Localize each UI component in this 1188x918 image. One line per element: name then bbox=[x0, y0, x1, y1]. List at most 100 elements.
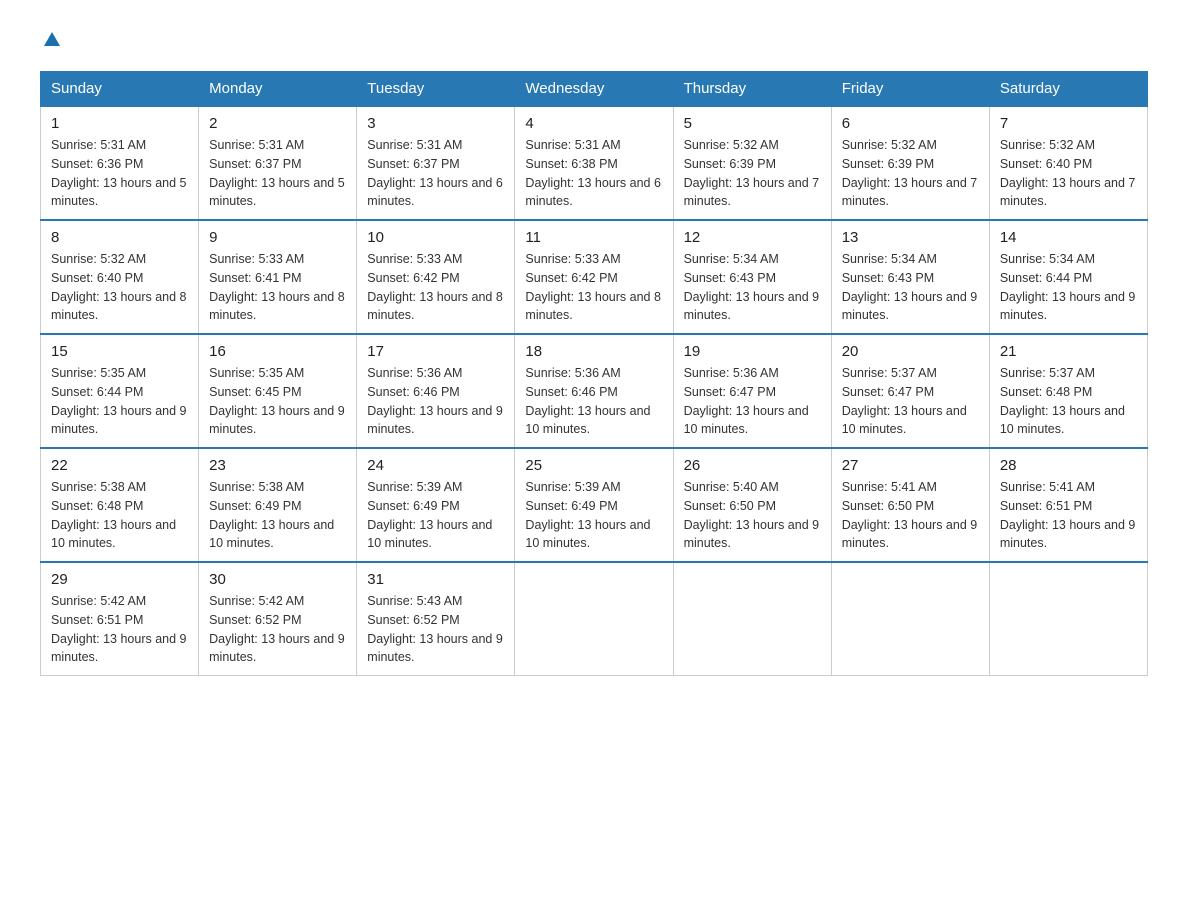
calendar-day-cell: 21 Sunrise: 5:37 AM Sunset: 6:48 PM Dayl… bbox=[989, 334, 1147, 448]
day-number: 25 bbox=[525, 457, 662, 474]
day-info: Sunrise: 5:32 AM Sunset: 6:39 PM Dayligh… bbox=[842, 136, 979, 211]
col-header-friday: Friday bbox=[831, 72, 989, 107]
day-info: Sunrise: 5:43 AM Sunset: 6:52 PM Dayligh… bbox=[367, 592, 504, 667]
day-info: Sunrise: 5:39 AM Sunset: 6:49 PM Dayligh… bbox=[525, 478, 662, 553]
calendar-day-cell: 1 Sunrise: 5:31 AM Sunset: 6:36 PM Dayli… bbox=[41, 106, 199, 220]
calendar-week-row: 29 Sunrise: 5:42 AM Sunset: 6:51 PM Dayl… bbox=[41, 562, 1148, 676]
day-number: 28 bbox=[1000, 457, 1137, 474]
day-number: 9 bbox=[209, 229, 346, 246]
day-info: Sunrise: 5:41 AM Sunset: 6:51 PM Dayligh… bbox=[1000, 478, 1137, 553]
calendar-day-cell: 11 Sunrise: 5:33 AM Sunset: 6:42 PM Dayl… bbox=[515, 220, 673, 334]
calendar-day-cell: 7 Sunrise: 5:32 AM Sunset: 6:40 PM Dayli… bbox=[989, 106, 1147, 220]
calendar-day-cell: 31 Sunrise: 5:43 AM Sunset: 6:52 PM Dayl… bbox=[357, 562, 515, 676]
day-info: Sunrise: 5:31 AM Sunset: 6:36 PM Dayligh… bbox=[51, 136, 188, 211]
day-number: 24 bbox=[367, 457, 504, 474]
day-number: 15 bbox=[51, 343, 188, 360]
calendar-week-row: 22 Sunrise: 5:38 AM Sunset: 6:48 PM Dayl… bbox=[41, 448, 1148, 562]
day-number: 7 bbox=[1000, 115, 1137, 132]
calendar-day-cell: 8 Sunrise: 5:32 AM Sunset: 6:40 PM Dayli… bbox=[41, 220, 199, 334]
day-info: Sunrise: 5:37 AM Sunset: 6:48 PM Dayligh… bbox=[1000, 364, 1137, 439]
calendar-day-cell: 20 Sunrise: 5:37 AM Sunset: 6:47 PM Dayl… bbox=[831, 334, 989, 448]
col-header-wednesday: Wednesday bbox=[515, 72, 673, 107]
calendar-day-cell: 26 Sunrise: 5:40 AM Sunset: 6:50 PM Dayl… bbox=[673, 448, 831, 562]
day-info: Sunrise: 5:31 AM Sunset: 6:37 PM Dayligh… bbox=[367, 136, 504, 211]
day-info: Sunrise: 5:31 AM Sunset: 6:37 PM Dayligh… bbox=[209, 136, 346, 211]
page-header bbox=[40, 30, 1148, 55]
calendar-week-row: 1 Sunrise: 5:31 AM Sunset: 6:36 PM Dayli… bbox=[41, 106, 1148, 220]
day-number: 22 bbox=[51, 457, 188, 474]
calendar-day-cell: 15 Sunrise: 5:35 AM Sunset: 6:44 PM Dayl… bbox=[41, 334, 199, 448]
calendar-day-cell: 24 Sunrise: 5:39 AM Sunset: 6:49 PM Dayl… bbox=[357, 448, 515, 562]
calendar-day-cell: 13 Sunrise: 5:34 AM Sunset: 6:43 PM Dayl… bbox=[831, 220, 989, 334]
day-number: 13 bbox=[842, 229, 979, 246]
logo bbox=[40, 30, 62, 55]
col-header-thursday: Thursday bbox=[673, 72, 831, 107]
calendar-day-cell: 3 Sunrise: 5:31 AM Sunset: 6:37 PM Dayli… bbox=[357, 106, 515, 220]
day-info: Sunrise: 5:33 AM Sunset: 6:42 PM Dayligh… bbox=[367, 250, 504, 325]
calendar-day-cell: 23 Sunrise: 5:38 AM Sunset: 6:49 PM Dayl… bbox=[199, 448, 357, 562]
day-number: 30 bbox=[209, 571, 346, 588]
day-info: Sunrise: 5:35 AM Sunset: 6:44 PM Dayligh… bbox=[51, 364, 188, 439]
day-number: 16 bbox=[209, 343, 346, 360]
calendar-day-cell bbox=[515, 562, 673, 676]
day-info: Sunrise: 5:40 AM Sunset: 6:50 PM Dayligh… bbox=[684, 478, 821, 553]
calendar-day-cell: 12 Sunrise: 5:34 AM Sunset: 6:43 PM Dayl… bbox=[673, 220, 831, 334]
day-info: Sunrise: 5:36 AM Sunset: 6:47 PM Dayligh… bbox=[684, 364, 821, 439]
day-info: Sunrise: 5:38 AM Sunset: 6:48 PM Dayligh… bbox=[51, 478, 188, 553]
col-header-saturday: Saturday bbox=[989, 72, 1147, 107]
calendar-day-cell: 16 Sunrise: 5:35 AM Sunset: 6:45 PM Dayl… bbox=[199, 334, 357, 448]
day-info: Sunrise: 5:42 AM Sunset: 6:52 PM Dayligh… bbox=[209, 592, 346, 667]
day-info: Sunrise: 5:34 AM Sunset: 6:43 PM Dayligh… bbox=[684, 250, 821, 325]
day-info: Sunrise: 5:32 AM Sunset: 6:40 PM Dayligh… bbox=[51, 250, 188, 325]
calendar-day-cell bbox=[673, 562, 831, 676]
day-number: 20 bbox=[842, 343, 979, 360]
day-number: 26 bbox=[684, 457, 821, 474]
logo-triangle-icon bbox=[42, 30, 62, 50]
day-number: 18 bbox=[525, 343, 662, 360]
day-number: 2 bbox=[209, 115, 346, 132]
day-number: 6 bbox=[842, 115, 979, 132]
day-number: 4 bbox=[525, 115, 662, 132]
day-info: Sunrise: 5:35 AM Sunset: 6:45 PM Dayligh… bbox=[209, 364, 346, 439]
calendar-day-cell: 10 Sunrise: 5:33 AM Sunset: 6:42 PM Dayl… bbox=[357, 220, 515, 334]
day-info: Sunrise: 5:41 AM Sunset: 6:50 PM Dayligh… bbox=[842, 478, 979, 553]
day-info: Sunrise: 5:32 AM Sunset: 6:39 PM Dayligh… bbox=[684, 136, 821, 211]
day-info: Sunrise: 5:33 AM Sunset: 6:41 PM Dayligh… bbox=[209, 250, 346, 325]
day-info: Sunrise: 5:36 AM Sunset: 6:46 PM Dayligh… bbox=[367, 364, 504, 439]
col-header-monday: Monday bbox=[199, 72, 357, 107]
day-number: 14 bbox=[1000, 229, 1137, 246]
calendar-day-cell: 29 Sunrise: 5:42 AM Sunset: 6:51 PM Dayl… bbox=[41, 562, 199, 676]
day-number: 19 bbox=[684, 343, 821, 360]
day-info: Sunrise: 5:37 AM Sunset: 6:47 PM Dayligh… bbox=[842, 364, 979, 439]
day-info: Sunrise: 5:39 AM Sunset: 6:49 PM Dayligh… bbox=[367, 478, 504, 553]
calendar-day-cell: 18 Sunrise: 5:36 AM Sunset: 6:46 PM Dayl… bbox=[515, 334, 673, 448]
calendar-day-cell: 28 Sunrise: 5:41 AM Sunset: 6:51 PM Dayl… bbox=[989, 448, 1147, 562]
day-info: Sunrise: 5:34 AM Sunset: 6:43 PM Dayligh… bbox=[842, 250, 979, 325]
day-info: Sunrise: 5:42 AM Sunset: 6:51 PM Dayligh… bbox=[51, 592, 188, 667]
day-info: Sunrise: 5:36 AM Sunset: 6:46 PM Dayligh… bbox=[525, 364, 662, 439]
day-number: 12 bbox=[684, 229, 821, 246]
calendar-day-cell: 14 Sunrise: 5:34 AM Sunset: 6:44 PM Dayl… bbox=[989, 220, 1147, 334]
calendar-day-cell: 6 Sunrise: 5:32 AM Sunset: 6:39 PM Dayli… bbox=[831, 106, 989, 220]
calendar-day-cell: 4 Sunrise: 5:31 AM Sunset: 6:38 PM Dayli… bbox=[515, 106, 673, 220]
logo-text bbox=[40, 30, 62, 55]
day-number: 1 bbox=[51, 115, 188, 132]
day-number: 27 bbox=[842, 457, 979, 474]
calendar-day-cell bbox=[989, 562, 1147, 676]
day-info: Sunrise: 5:33 AM Sunset: 6:42 PM Dayligh… bbox=[525, 250, 662, 325]
calendar-week-row: 15 Sunrise: 5:35 AM Sunset: 6:44 PM Dayl… bbox=[41, 334, 1148, 448]
day-number: 31 bbox=[367, 571, 504, 588]
calendar-table: SundayMondayTuesdayWednesdayThursdayFrid… bbox=[40, 71, 1148, 676]
calendar-day-cell: 22 Sunrise: 5:38 AM Sunset: 6:48 PM Dayl… bbox=[41, 448, 199, 562]
col-header-sunday: Sunday bbox=[41, 72, 199, 107]
day-number: 17 bbox=[367, 343, 504, 360]
calendar-day-cell: 17 Sunrise: 5:36 AM Sunset: 6:46 PM Dayl… bbox=[357, 334, 515, 448]
calendar-week-row: 8 Sunrise: 5:32 AM Sunset: 6:40 PM Dayli… bbox=[41, 220, 1148, 334]
day-number: 11 bbox=[525, 229, 662, 246]
day-number: 10 bbox=[367, 229, 504, 246]
day-info: Sunrise: 5:32 AM Sunset: 6:40 PM Dayligh… bbox=[1000, 136, 1137, 211]
day-number: 8 bbox=[51, 229, 188, 246]
calendar-day-cell: 30 Sunrise: 5:42 AM Sunset: 6:52 PM Dayl… bbox=[199, 562, 357, 676]
calendar-day-cell: 19 Sunrise: 5:36 AM Sunset: 6:47 PM Dayl… bbox=[673, 334, 831, 448]
calendar-header-row: SundayMondayTuesdayWednesdayThursdayFrid… bbox=[41, 72, 1148, 107]
